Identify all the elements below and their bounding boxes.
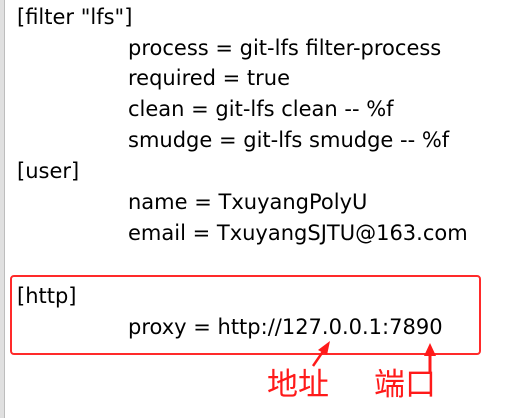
port-label: 端口: [374, 367, 436, 403]
address-arrow: [311, 341, 330, 367]
annotation-arrows: [311, 341, 436, 372]
address-label: 地址: [267, 367, 329, 403]
